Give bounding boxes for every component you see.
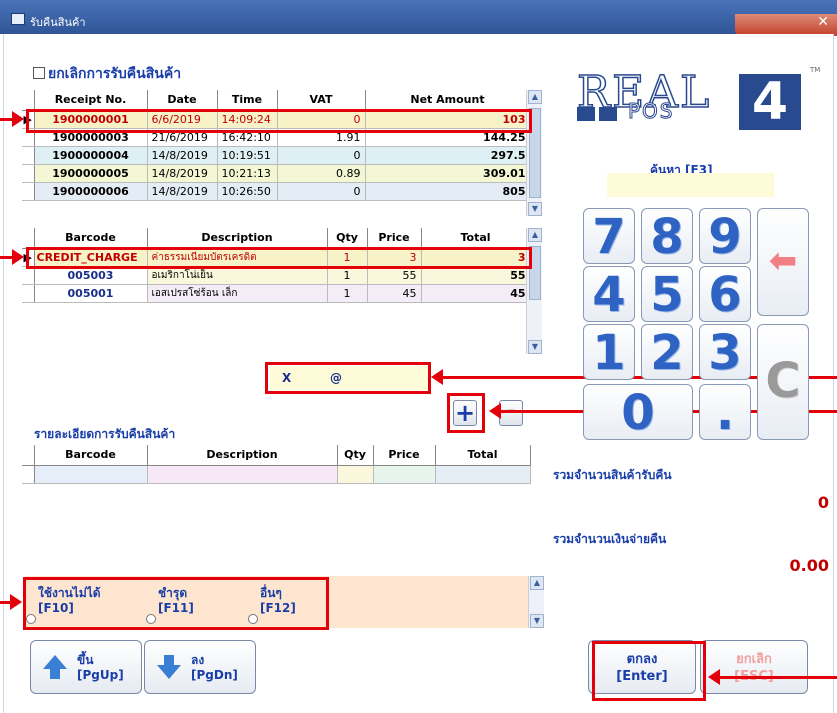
arrow-up-stem [50,669,60,679]
scroll-down-icon[interactable]: ▼ [528,202,542,216]
key-4[interactable]: 4 [583,266,635,323]
col-time[interactable]: Time [217,90,278,111]
col-barcode[interactable]: Barcode [34,445,148,466]
col-vat[interactable]: VAT [277,90,366,111]
scroll-down-icon[interactable]: ▼ [528,340,542,354]
annotation-arrowhead [431,369,443,385]
logo-bars [577,107,621,124]
receipt-row[interactable]: 1900000005 14/8/2019 10:21:13 0.89 309.0… [22,164,531,183]
scroll-up-icon[interactable]: ▲ [528,228,542,242]
highlight-plus-button [447,393,485,433]
annotation-arrowhead [489,403,501,419]
key-0[interactable]: 0 [583,384,693,441]
receipt-row[interactable]: 1900000006 14/8/2019 10:26:50 0 805 [22,182,531,201]
highlight-ok-button [592,641,706,701]
key-7[interactable]: 7 [583,208,635,265]
scroll-up-icon[interactable]: ▲ [530,576,544,590]
receipts-table: Receipt No. Date Time VAT Net Amount ▶ 1… [22,90,531,201]
cancel-return-checkbox[interactable]: ยกเลิกการรับคืนสินค้า [33,63,181,85]
highlight-item-row [26,247,532,269]
col-date[interactable]: Date [147,90,218,111]
return-row-empty[interactable] [22,465,531,484]
arrow-down-stem [164,655,174,665]
col-barcode[interactable]: Barcode [34,228,148,249]
title-bar: รับคืนสินค้า ✕ [0,0,837,36]
col-total[interactable]: Total [435,445,531,466]
col-receipt-no[interactable]: Receipt No. [34,90,148,111]
key-decimal[interactable]: . [699,384,751,441]
cancel-button[interactable]: ยกเลิก[ESC] [700,640,808,694]
logo-number: 4 [739,74,801,130]
key-5[interactable]: 5 [641,266,693,323]
minus-button[interactable]: - [499,400,523,426]
annotation-arrow-ok [720,676,837,679]
highlight-qty-field [265,362,431,394]
receipt-row[interactable]: 1900000004 14/8/2019 10:19:51 0 297.5 [22,146,531,165]
cancel-return-label: ยกเลิกการรับคืนสินค้า [48,66,182,82]
search-input[interactable] [607,173,774,197]
return-details-title: รายละเอียดการรับคืนสินค้า [34,427,176,441]
col-net-amount[interactable]: Net Amount [365,90,531,111]
col-qty[interactable]: Qty [327,228,368,249]
logo-sub: POS [628,99,675,124]
annotation-arrowhead [708,669,720,685]
app-window-icon [11,13,25,25]
arrow-down-icon [157,665,181,679]
key-3[interactable]: 3 [699,324,751,381]
reason-scrollbar[interactable]: ▲ ▼ [528,576,544,628]
col-price[interactable]: Price [367,228,422,249]
backspace-key[interactable]: ⬅ [757,208,809,316]
return-qty-value: 0 [817,493,829,512]
return-details-table: Barcode Description Qty Price Total [22,445,531,484]
refund-amount-label: รวมจำนวนเงินจ่ายคืน [553,532,667,546]
key-1[interactable]: 1 [583,324,635,381]
window-close-button[interactable]: ✕ [735,14,837,36]
clear-key[interactable]: C [757,324,809,440]
highlight-reasons [23,577,329,630]
item-row[interactable]: 005001 เอสเปรสโซ่ร้อน เล็ก 1 45 45 [22,284,531,303]
backspace-icon: ⬅ [768,241,798,281]
close-icon: ✕ [817,14,829,30]
col-price[interactable]: Price [373,445,436,466]
annotation-arrowhead [10,594,22,610]
col-total[interactable]: Total [421,228,531,249]
col-qty[interactable]: Qty [337,445,374,466]
scroll-down-icon[interactable]: ▼ [530,614,544,628]
return-details-header: Barcode Description Qty Price Total [22,445,531,466]
page-down-button[interactable]: ลง [PgDn] [144,640,256,694]
annotation-arrowhead [12,249,24,265]
scroll-up-icon[interactable]: ▲ [528,90,542,104]
window-title: รับคืนสินค้า [30,16,86,29]
refund-amount-value: 0.00 [789,556,829,575]
key-6[interactable]: 6 [699,266,751,323]
key-9[interactable]: 9 [699,208,751,265]
logo-tm: TM [810,66,821,74]
annotation-arrowhead [12,111,24,127]
highlight-receipt-row [26,109,532,133]
receipts-header: Receipt No. Date Time VAT Net Amount [22,90,531,111]
items-header: Barcode Description Qty Price Total [22,228,531,249]
key-8[interactable]: 8 [641,208,693,265]
checkbox-box[interactable] [33,67,45,79]
key-2[interactable]: 2 [641,324,693,381]
return-qty-label: รวมจำนวนสินค้ารับคืน [553,468,672,482]
col-description[interactable]: Description [147,445,338,466]
page-up-button[interactable]: ขึ้น [PgUp] [30,640,142,694]
arrow-up-icon [43,655,67,669]
col-description[interactable]: Description [147,228,328,249]
